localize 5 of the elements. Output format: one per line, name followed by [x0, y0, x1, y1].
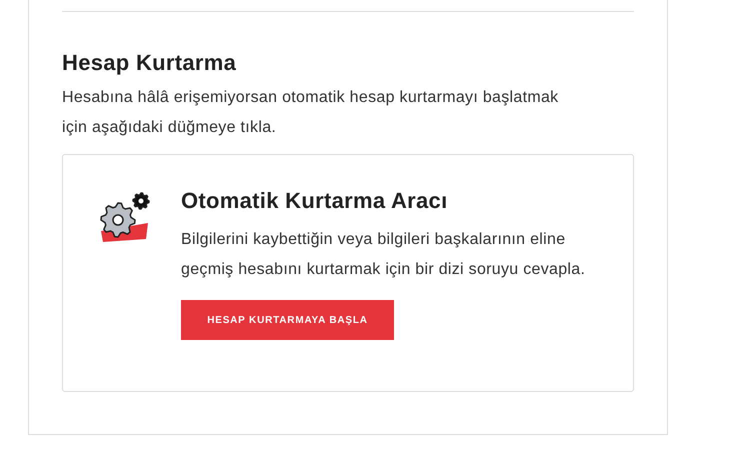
card-title: Otomatik Kurtarma Aracı [181, 187, 448, 215]
card-description: Bilgilerini kaybettiğin veya bilgileri başkalarının eline geçmiş hesabını kurtarmak için bir dizi soruyu cevapla. [181, 230, 586, 280]
section-description: Hesabına hâlâ erişemiyorsan otomatik hesap kurtarmayı başlatmak için aşağıdaki düğmeye tıkla. [62, 88, 560, 138]
start-recovery-button[interactable]: HESAP KURTARMAYA BAŞLA [181, 300, 394, 340]
section-title: Hesap Kurtarma [62, 49, 238, 77]
